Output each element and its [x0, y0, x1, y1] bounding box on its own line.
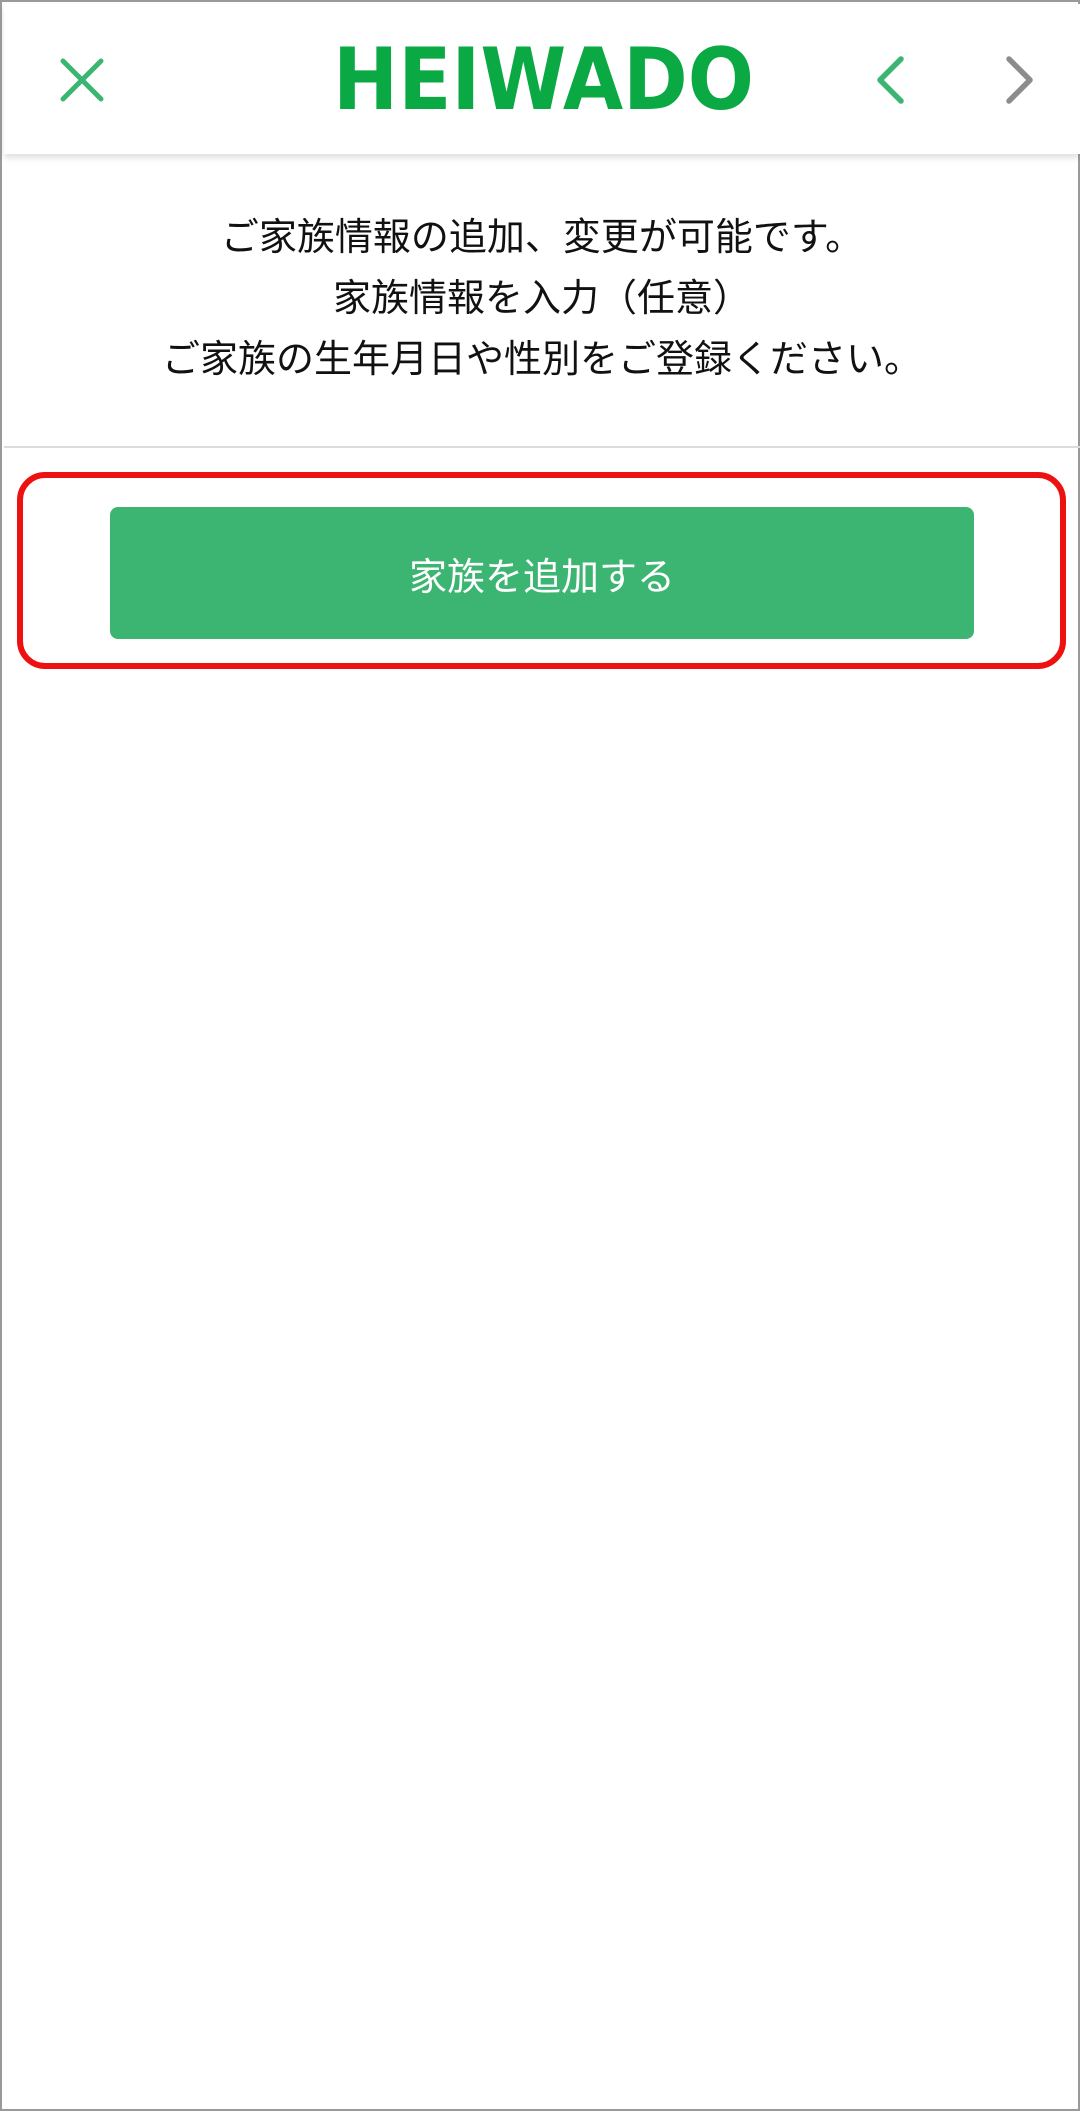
top-navigation-bar: HEIWADO: [4, 4, 1080, 154]
chevron-right-icon: [1006, 56, 1033, 104]
description-line-2: 家族情報を入力（任意）: [332, 276, 751, 320]
chevron-left-icon: [877, 56, 904, 104]
family-info-description: ご家族情報の追加、変更が可能です。 家族情報を入力（任意） ご家族の生年月日や性…: [4, 154, 1080, 448]
heiwado-logo: HEIWADO: [333, 42, 754, 114]
app-window: HEIWADO ご家族情報の追加、変更が可能です。 家族情報を入力（任意） ご家…: [0, 0, 1080, 2111]
description-line-1: ご家族情報の追加、変更が可能です。: [220, 215, 864, 259]
close-icon: [60, 58, 104, 102]
logo-text: HEIWADO: [333, 42, 754, 114]
back-button[interactable]: [850, 40, 930, 120]
description-line-3: ご家族の生年月日や性別をご登録ください。: [161, 337, 922, 381]
close-button[interactable]: [42, 40, 122, 120]
add-family-label: 家族を追加する: [408, 554, 675, 599]
forward-button[interactable]: [980, 40, 1060, 120]
add-family-button[interactable]: 家族を追加する: [110, 507, 974, 639]
